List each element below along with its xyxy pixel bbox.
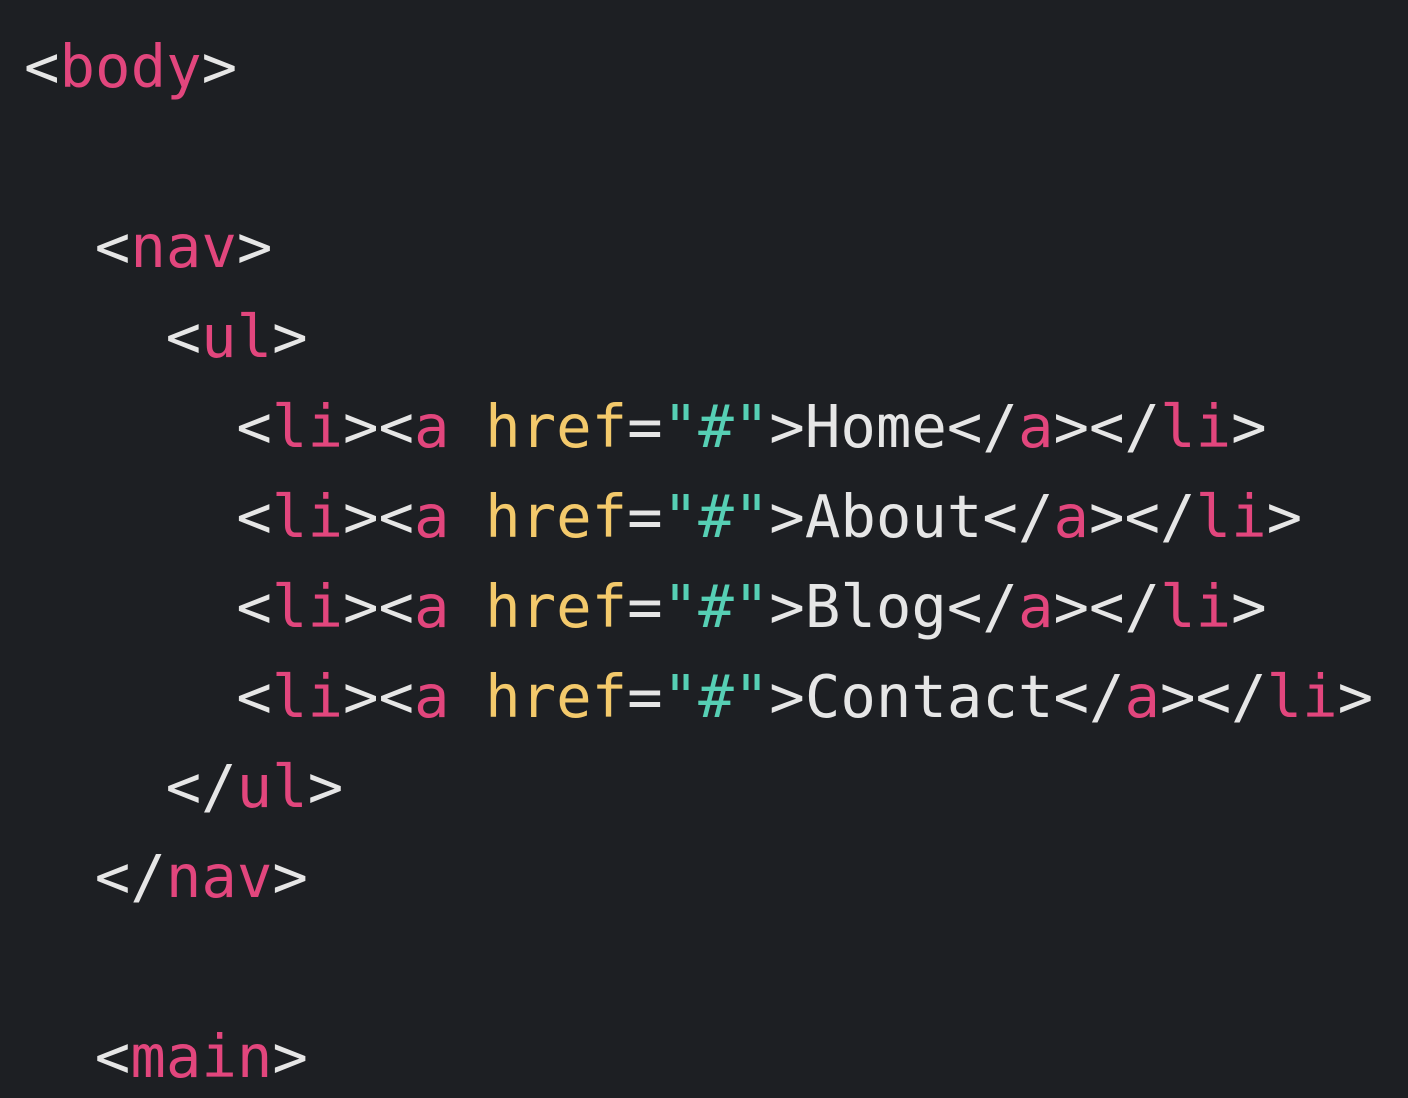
tag-name-token: nav bbox=[165, 842, 273, 911]
punctuation-token: < bbox=[94, 1022, 131, 1091]
punctuation-token: > bbox=[236, 212, 273, 281]
code-line[interactable]: </nav> bbox=[24, 832, 308, 922]
tag-name-token: a bbox=[1053, 482, 1089, 551]
code-line[interactable]: <li><a href="#">About</a></li> bbox=[24, 472, 1302, 562]
tag-name-token: a bbox=[414, 572, 450, 641]
tag-name-token: a bbox=[414, 392, 450, 461]
punctuation-token: > bbox=[272, 842, 308, 911]
string-token: "#" bbox=[662, 392, 770, 461]
punctuation-token: > bbox=[1337, 662, 1374, 731]
punctuation-token: > bbox=[272, 1022, 308, 1091]
punctuation-token: >< bbox=[342, 662, 415, 731]
tag-name-token: li bbox=[1195, 482, 1267, 551]
punctuation-token: </ bbox=[1053, 662, 1125, 731]
text-token: Home bbox=[804, 392, 947, 461]
punctuation-token: < bbox=[236, 572, 272, 641]
code-line[interactable]: <li><a href="#">Contact</a></li> bbox=[24, 652, 1373, 742]
punctuation-token: </ bbox=[946, 392, 1018, 461]
punctuation-token: > bbox=[769, 482, 805, 551]
tag-name-token: nav bbox=[130, 212, 237, 281]
code-line[interactable]: <li><a href="#">Home</a></li> bbox=[24, 382, 1267, 472]
punctuation-token: < bbox=[236, 482, 272, 551]
tag-name-token: a bbox=[1124, 662, 1161, 731]
attribute-name-token: href bbox=[485, 392, 628, 461]
tag-name-token: li bbox=[1266, 662, 1338, 731]
punctuation-token: </ bbox=[165, 752, 237, 821]
punctuation-token: < bbox=[236, 662, 272, 731]
text-token: About bbox=[804, 482, 983, 551]
punctuation-token: > bbox=[769, 662, 805, 731]
tag-name-token: ul bbox=[236, 752, 308, 821]
punctuation-token: = bbox=[627, 572, 663, 641]
punctuation-token: > bbox=[307, 752, 344, 821]
punctuation-token: > bbox=[201, 32, 238, 101]
punctuation-token: > bbox=[1231, 572, 1267, 641]
punctuation-token: < bbox=[165, 302, 202, 371]
punctuation-token: ></ bbox=[1089, 482, 1196, 551]
code-line[interactable]: <ul> bbox=[24, 292, 308, 382]
tag-name-token: a bbox=[1017, 572, 1054, 641]
punctuation-token: > bbox=[769, 572, 805, 641]
code-line[interactable]: <main> bbox=[24, 1012, 308, 1098]
tag-name-token: li bbox=[271, 662, 343, 731]
tag-name-token: li bbox=[271, 392, 343, 461]
punctuation-token: > bbox=[769, 392, 805, 461]
punctuation-token: ></ bbox=[1053, 572, 1161, 641]
punctuation-token: = bbox=[627, 392, 663, 461]
punctuation-token bbox=[450, 662, 486, 731]
punctuation-token bbox=[450, 392, 486, 461]
punctuation-token: < bbox=[236, 392, 272, 461]
tag-name-token: li bbox=[1160, 392, 1232, 461]
attribute-name-token: href bbox=[485, 662, 628, 731]
tag-name-token: li bbox=[271, 482, 343, 551]
punctuation-token bbox=[450, 572, 486, 641]
punctuation-token: </ bbox=[982, 482, 1054, 551]
code-line[interactable]: </ul> bbox=[24, 742, 344, 832]
punctuation-token: </ bbox=[94, 842, 166, 911]
punctuation-token: ></ bbox=[1053, 392, 1161, 461]
punctuation-token: > bbox=[1266, 482, 1303, 551]
code-editor[interactable]: <body> <nav> <ul> <li><a href="#">Home</a><… bbox=[0, 0, 1408, 1098]
tag-name-token: main bbox=[130, 1022, 273, 1091]
tag-name-token: a bbox=[1017, 392, 1054, 461]
text-token: Contact bbox=[804, 662, 1054, 731]
attribute-name-token: href bbox=[485, 572, 628, 641]
text-token: Blog bbox=[804, 572, 947, 641]
tag-name-token: body bbox=[59, 32, 202, 101]
punctuation-token: >< bbox=[342, 572, 415, 641]
code-line[interactable]: <body> bbox=[24, 22, 237, 112]
punctuation-token: = bbox=[627, 662, 663, 731]
tag-name-token: li bbox=[271, 572, 343, 641]
code-line[interactable]: <nav> bbox=[24, 202, 273, 292]
punctuation-token: < bbox=[24, 32, 60, 101]
string-token: "#" bbox=[662, 482, 770, 551]
punctuation-token: > bbox=[1231, 392, 1267, 461]
string-token: "#" bbox=[662, 572, 770, 641]
punctuation-token: = bbox=[627, 482, 663, 551]
punctuation-token: ></ bbox=[1160, 662, 1267, 731]
punctuation-token: > bbox=[272, 302, 308, 371]
string-token: "#" bbox=[662, 662, 770, 731]
punctuation-token bbox=[450, 482, 486, 551]
punctuation-token: </ bbox=[946, 572, 1018, 641]
punctuation-token: < bbox=[94, 212, 131, 281]
tag-name-token: a bbox=[414, 662, 450, 731]
punctuation-token: >< bbox=[342, 482, 415, 551]
tag-name-token: ul bbox=[201, 302, 273, 371]
attribute-name-token: href bbox=[485, 482, 628, 551]
tag-name-token: a bbox=[414, 482, 450, 551]
punctuation-token: >< bbox=[342, 392, 415, 461]
code-line[interactable]: <li><a href="#">Blog</a></li> bbox=[24, 562, 1267, 652]
tag-name-token: li bbox=[1160, 572, 1232, 641]
